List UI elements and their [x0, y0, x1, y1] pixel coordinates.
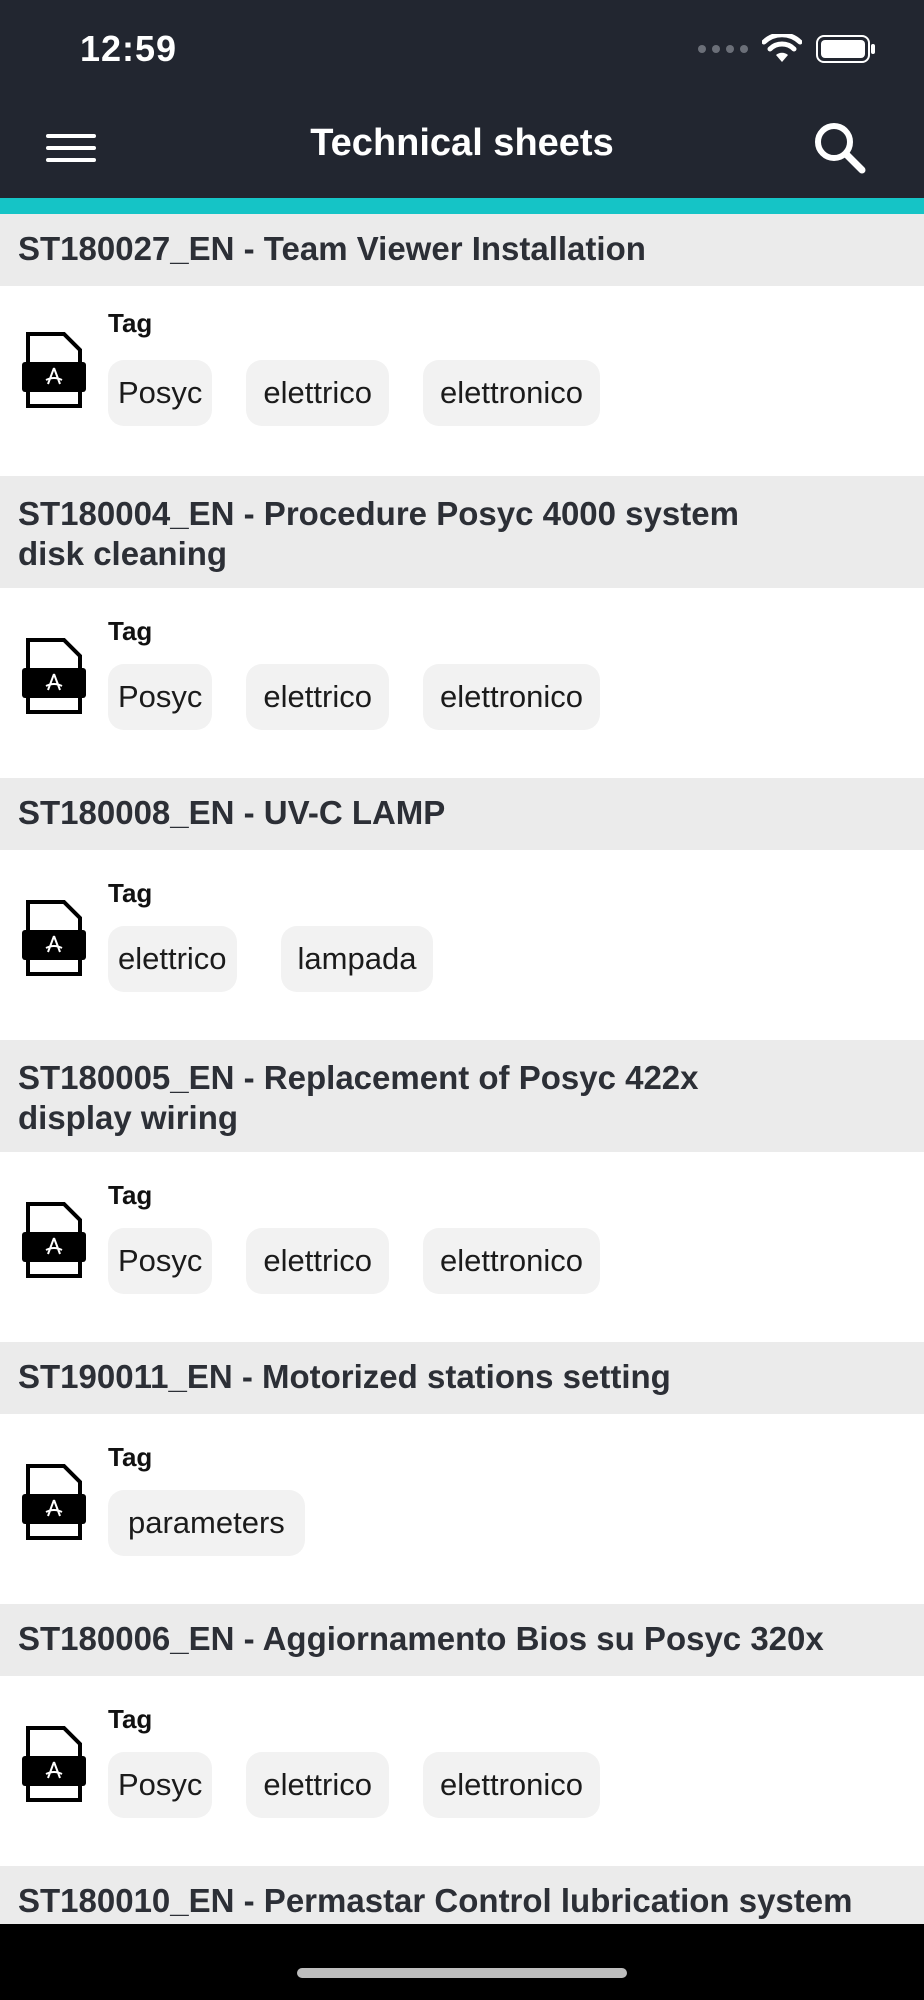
tag-label: Tag: [108, 1704, 153, 1734]
sheet-title: ST180004_EN - Procedure Posyc 4000 syste…: [18, 495, 739, 572]
pdf-file-icon: [22, 1202, 86, 1278]
tag-list: Posyc elettrico elettronico: [108, 1752, 600, 1818]
tag-label: Tag: [108, 1442, 153, 1472]
page-title: Technical sheets: [310, 122, 614, 164]
pdf-file-icon: [22, 332, 86, 408]
status-icons: [698, 34, 876, 64]
tag-chip[interactable]: elettrico: [108, 926, 237, 992]
status-bar: 12:59: [0, 0, 924, 100]
sheet-title: ST180008_EN - UV-C LAMP: [18, 794, 446, 831]
sheet-title: ST190011_EN - Motorized stations setting: [18, 1358, 671, 1395]
tag-chip[interactable]: elettrico: [246, 1228, 389, 1294]
sheet-title-header[interactable]: ST180004_EN - Procedure Posyc 4000 syste…: [0, 476, 924, 588]
pdf-file-icon: [22, 1464, 86, 1540]
search-icon: [815, 123, 866, 174]
status-time: 12:59: [80, 28, 178, 69]
tag-chip[interactable]: elettrico: [246, 360, 389, 426]
tag-chip[interactable]: elettronico: [422, 1228, 600, 1294]
sheet-title: ST180005_EN - Replacement of Posyc 422x …: [18, 1059, 699, 1136]
home-indicator-bar: [0, 1924, 924, 2000]
battery-icon: [816, 35, 875, 63]
tag-list: parameters: [108, 1490, 305, 1556]
search-button[interactable]: [810, 118, 870, 178]
sheet-item[interactable]: Tag parameters: [0, 1414, 924, 1604]
tag-chip[interactable]: Posyc: [108, 664, 213, 730]
tag-chip[interactable]: Posyc: [108, 1228, 213, 1294]
sheet-item[interactable]: Tag elettrico lampada: [0, 850, 924, 1040]
tag-chip[interactable]: lampada: [280, 926, 434, 992]
tag-chip[interactable]: parameters: [108, 1490, 305, 1556]
tag-chip[interactable]: elettrico: [246, 1752, 389, 1818]
tag-chip[interactable]: elettronico: [422, 360, 600, 426]
signal-icon: [698, 45, 748, 53]
tag-chip[interactable]: Posyc: [108, 360, 213, 426]
sheet-item[interactable]: Tag Posyc elettrico elettronico: [0, 588, 924, 778]
tag-list: Posyc elettrico elettronico: [108, 664, 600, 730]
sheet-title-header[interactable]: ST180005_EN - Replacement of Posyc 422x …: [0, 1040, 924, 1152]
pdf-file-icon: [22, 1726, 86, 1802]
tag-label: Tag: [108, 308, 153, 338]
tag-label: Tag: [108, 878, 153, 908]
accent-stripe: [0, 198, 924, 214]
tag-chip[interactable]: Posyc: [108, 1752, 213, 1818]
tag-chip[interactable]: elettronico: [422, 1752, 600, 1818]
tag-label: Tag: [108, 1180, 153, 1210]
home-indicator[interactable]: [297, 1968, 627, 1978]
tag-list: elettrico lampada: [108, 926, 434, 992]
sheet-item[interactable]: Tag Posyc elettrico elettronico: [0, 1152, 924, 1342]
tag-chip[interactable]: elettronico: [422, 664, 600, 730]
tag-list: Posyc elettrico elettronico: [108, 1228, 600, 1294]
sheet-item[interactable]: Tag Posyc elettrico elettronico: [0, 1676, 924, 1866]
pdf-file-icon: [22, 638, 86, 714]
tag-label: Tag: [108, 616, 153, 646]
sheet-item[interactable]: Tag Posyc elettrico elettronico: [0, 286, 924, 476]
sheet-title-header[interactable]: ST180008_EN - UV-C LAMP: [0, 778, 924, 850]
tag-list: Posyc elettrico elettronico: [108, 360, 600, 426]
sheet-title: ST180027_EN - Team Viewer Installation: [18, 230, 646, 267]
pdf-file-icon: [22, 900, 86, 976]
sheet-title: ST180006_EN - Aggiornamento Bios su Posy…: [18, 1620, 824, 1657]
sheet-title-header[interactable]: ST190011_EN - Motorized stations setting: [0, 1342, 924, 1414]
sheet-title: ST180010_EN - Permastar Control lubricat…: [18, 1882, 853, 1919]
sheet-title-header[interactable]: ST180006_EN - Aggiornamento Bios su Posy…: [0, 1604, 924, 1676]
sheet-title-header[interactable]: ST180027_EN - Team Viewer Installation: [0, 214, 924, 286]
wifi-icon: [762, 34, 802, 62]
technical-sheets-list: ST180027_EN - Team Viewer Installation T…: [0, 214, 924, 1938]
tag-chip[interactable]: elettrico: [246, 664, 389, 730]
